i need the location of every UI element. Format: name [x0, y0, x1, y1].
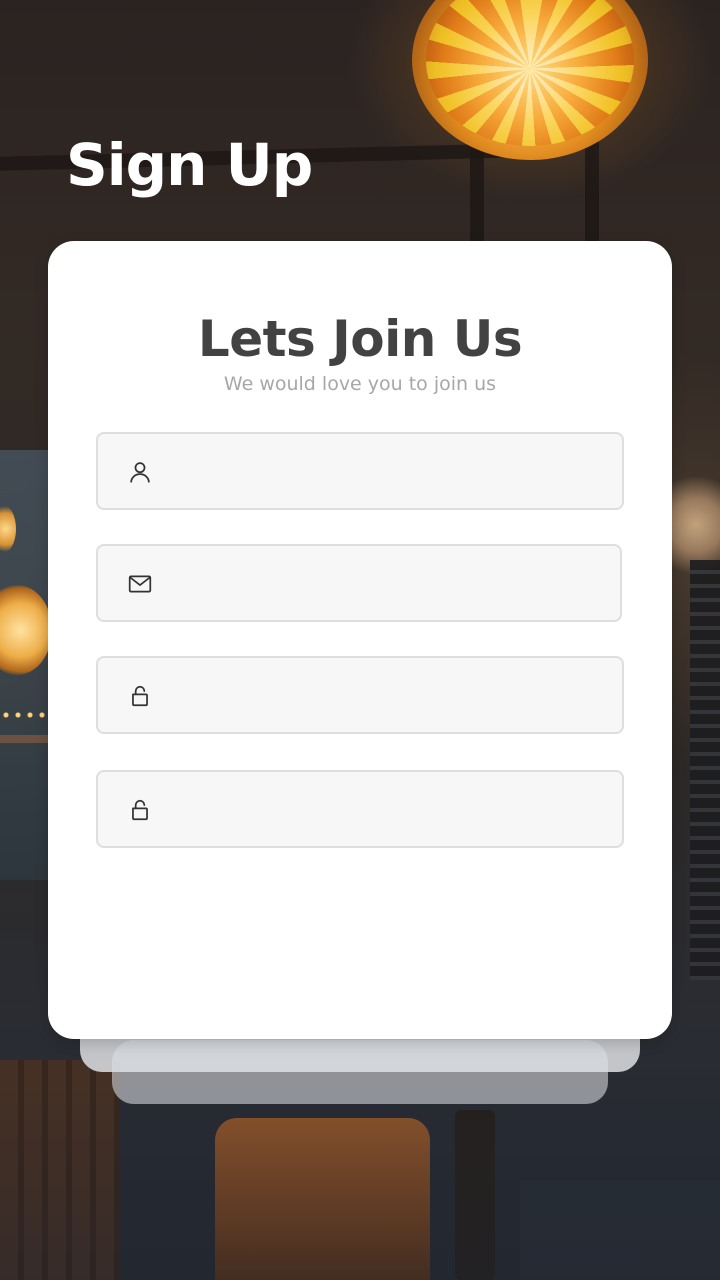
card-heading: Lets Join Us — [197, 310, 523, 368]
email-input[interactable] — [174, 546, 600, 620]
name-input[interactable] — [174, 434, 602, 508]
confirm-password-input[interactable] — [174, 772, 602, 846]
signup-screen: Sign Up Lets Join Us We would love you t… — [0, 0, 720, 1280]
background-string-lights — [0, 712, 48, 718]
user-icon — [126, 458, 154, 486]
lock-icon — [126, 796, 154, 824]
name-field[interactable] — [96, 432, 624, 510]
signup-card: Lets Join Us We would love you to join u… — [48, 241, 672, 1039]
confirm-password-field[interactable] — [96, 770, 624, 848]
email-field[interactable] — [96, 544, 622, 622]
lock-icon — [126, 682, 154, 710]
background-window-frame — [0, 735, 48, 743]
background-rack — [690, 560, 720, 980]
password-field[interactable] — [96, 656, 624, 734]
page-title: Sign Up — [66, 131, 313, 199]
mail-icon — [126, 570, 154, 598]
card-subtitle: We would love you to join us — [223, 373, 497, 395]
password-input[interactable] — [174, 658, 602, 732]
